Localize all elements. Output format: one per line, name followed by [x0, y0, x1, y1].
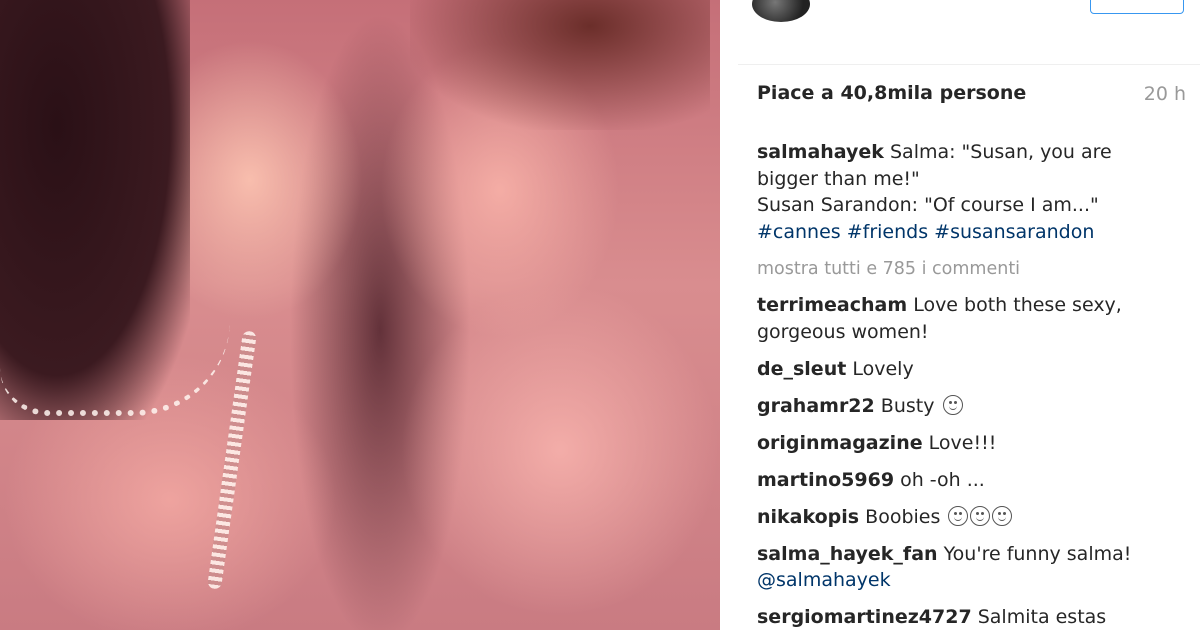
likes-count[interactable]: Piace a 40,8mila persone — [757, 82, 1026, 104]
comment-username[interactable]: grahamr22 — [757, 395, 875, 417]
comment-username[interactable]: salma_hayek_fan — [757, 543, 938, 565]
comment-text: Busty — [880, 394, 935, 417]
comment: grahamr22 Busty — [757, 393, 1157, 420]
caption-username[interactable]: salmahayek — [757, 141, 884, 163]
comment-text: Salmita estas — [977, 606, 1107, 628]
comment: martino5969 oh -oh ... — [757, 467, 1157, 494]
comment-username[interactable]: de_sleut — [757, 358, 846, 380]
smiling-face-icon — [992, 505, 1013, 526]
comment: nikakopis Boobies — [757, 504, 1157, 531]
comment-username[interactable]: sergiomartinez4727 — [757, 606, 972, 628]
caption: salmahayek Salma: "Susan, you are bigger… — [757, 139, 1157, 245]
comment-text: Lovely — [852, 357, 914, 380]
comment-username[interactable]: martino5969 — [757, 469, 894, 491]
comment: originmagazine Love!!! — [757, 430, 1157, 457]
caption-text: Salma: "Susan, you are — [889, 141, 1112, 163]
comment-text: oh -oh ... — [900, 468, 985, 491]
comment-text: Boobies — [865, 505, 941, 528]
comment-text: You're funny salma! — [943, 542, 1132, 565]
comment-text: gorgeous women! — [757, 320, 929, 343]
show-all-comments-link[interactable]: mostra tutti e 785 i commenti — [757, 256, 1157, 283]
hashtag-link[interactable]: #susansarandon — [934, 221, 1094, 243]
photo-detail — [0, 320, 230, 416]
comment-text: Love both these sexy, — [913, 294, 1122, 316]
divider — [738, 64, 1200, 65]
post-time[interactable]: 20 h — [1144, 83, 1186, 105]
comment: sergiomartinez4727 Salmita estas — [757, 604, 1157, 631]
hashtag-link[interactable]: #cannes — [757, 221, 841, 243]
hashtag-link[interactable]: #friends — [847, 221, 928, 243]
comments-section: salmahayek Salma: "Susan, you are bigger… — [757, 139, 1157, 641]
comment-username[interactable]: terrimeacham — [757, 294, 907, 316]
comment: salma_hayek_fan You're funny salma! @sal… — [757, 541, 1157, 594]
photo-detail — [410, 0, 710, 130]
comment-username[interactable]: nikakopis — [757, 506, 859, 528]
follow-button[interactable] — [1090, 0, 1184, 14]
smiling-face-icon — [948, 505, 969, 526]
caption-text: bigger than me!" — [757, 167, 920, 190]
post-photo[interactable] — [0, 0, 720, 630]
mention-link[interactable]: @salmahayek — [757, 567, 1157, 594]
smiling-face-icon — [970, 505, 991, 526]
comment: terrimeacham Love both these sexy, gorge… — [757, 292, 1157, 345]
comment: de_sleut Lovely — [757, 356, 1157, 383]
comment-text: Love!!! — [928, 431, 997, 454]
smiling-face-icon — [942, 394, 963, 415]
caption-text: Susan Sarandon: "Of course I am..." — [757, 194, 1099, 216]
comment-username[interactable]: originmagazine — [757, 432, 923, 454]
